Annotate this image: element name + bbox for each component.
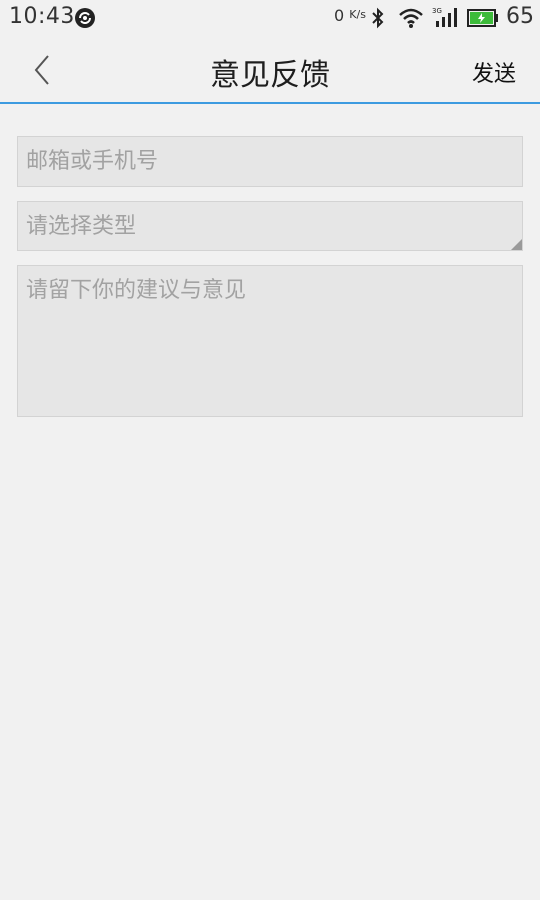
- chevron-left-icon: [34, 55, 49, 85]
- wifi-icon: [399, 8, 423, 28]
- page-title: 意见反馈: [210, 58, 330, 93]
- net-speed-unit: K/s: [349, 8, 366, 21]
- net-speed-value: 0: [334, 6, 345, 25]
- signal-3g-icon: 3G: [432, 7, 457, 27]
- back-button[interactable]: [22, 50, 62, 90]
- battery-level: 65: [506, 4, 534, 29]
- bluetooth-icon: [372, 7, 384, 29]
- svg-text:3G: 3G: [432, 7, 442, 15]
- dropdown-corner-icon: [511, 239, 522, 250]
- message-textarea[interactable]: 请留下你的建议与意见: [17, 265, 523, 417]
- send-button[interactable]: 发送: [472, 56, 516, 88]
- title-bar: 意见反馈 发送: [0, 36, 540, 104]
- email-placeholder: 邮箱或手机号: [26, 149, 159, 174]
- feedback-type-select[interactable]: 请选择类型: [17, 201, 523, 251]
- app-notification-icon: [75, 8, 95, 28]
- type-placeholder: 请选择类型: [26, 214, 137, 239]
- email-or-phone-input[interactable]: 邮箱或手机号: [17, 136, 523, 187]
- battery-charging-icon: [467, 9, 498, 27]
- status-time: 10:43: [9, 4, 75, 29]
- feedback-form: 邮箱或手机号 请选择类型 请留下你的建议与意见: [17, 136, 523, 417]
- net-speed: 0 K/s: [334, 6, 366, 25]
- status-bar: 10:43 0 K/s 3G 65: [0, 0, 540, 36]
- message-placeholder: 请留下你的建议与意见: [26, 278, 247, 303]
